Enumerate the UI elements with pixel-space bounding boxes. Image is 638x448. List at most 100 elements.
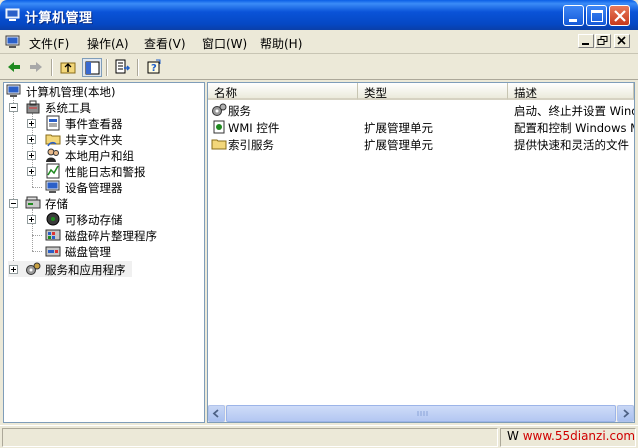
restore-icon xyxy=(597,36,608,45)
list-cell-name: 服务 xyxy=(228,104,251,118)
expand-toggle[interactable] xyxy=(27,215,36,224)
services-gear-icon xyxy=(212,103,227,116)
tree-item-disk-defragmenter[interactable]: 磁盘碎片整理程序 xyxy=(26,227,204,243)
tree-item-label: 事件查看器 xyxy=(65,117,123,131)
close-button[interactable] xyxy=(609,5,630,26)
tree-item-label: 计算机管理(本地) xyxy=(26,85,116,99)
tree-item-label: 服务和应用程序 xyxy=(45,263,126,277)
minimize-icon xyxy=(582,43,589,45)
minimize-button[interactable] xyxy=(563,5,584,26)
status-text: W xyxy=(507,429,519,443)
list-cell-description: 启动、终止并设置 Windows xyxy=(514,104,634,118)
tree-item-services-applications[interactable]: 服务和应用程序 xyxy=(8,261,132,277)
tree-item-label: 本地用户和组 xyxy=(65,149,134,163)
expand-toggle[interactable] xyxy=(9,265,18,274)
computer-management-icon xyxy=(6,84,21,97)
up-one-level-button[interactable] xyxy=(58,58,78,77)
horizontal-scrollbar[interactable] xyxy=(208,405,634,422)
wmi-icon xyxy=(213,120,225,134)
storage-icon xyxy=(25,196,41,209)
scroll-right-button[interactable] xyxy=(617,405,634,422)
collapse-toggle[interactable] xyxy=(9,103,18,112)
close-icon xyxy=(617,36,626,45)
list-item-services[interactable]: 服务 启动、终止并设置 Windows xyxy=(208,102,634,119)
chevron-left-icon xyxy=(212,409,219,418)
tree-connector xyxy=(32,187,42,188)
tree-connector xyxy=(13,97,14,269)
export-list-button[interactable] xyxy=(113,58,133,77)
tree-item-event-viewer[interactable]: 事件查看器 xyxy=(26,115,204,131)
expand-toggle[interactable] xyxy=(27,167,36,176)
tree-item-performance-logs[interactable]: 性能日志和警报 xyxy=(26,163,204,179)
details-pane[interactable]: 名称 类型 描述 服务 启动、终止并设置 Windows WMI 控件 扩展管理… xyxy=(207,82,635,423)
list-item-indexing-service[interactable]: 索引服务 扩展管理单元 提供快速和灵活的文件 xyxy=(208,136,634,153)
show-tree-icon xyxy=(85,61,100,75)
menu-bar: 文件(F) 操作(A) 查看(V) 窗口(W) 帮助(H) xyxy=(0,30,638,54)
tree-item-system-tools[interactable]: 系统工具 xyxy=(8,99,204,115)
tree-item-label: 性能日志和警报 xyxy=(65,165,146,179)
title-bar[interactable]: 计算机管理 xyxy=(0,0,638,30)
forward-button[interactable] xyxy=(26,58,46,77)
toolbar-separator xyxy=(51,59,53,76)
tree-item-device-manager[interactable]: 设备管理器 xyxy=(26,179,204,195)
menu-file[interactable]: 文件(F) xyxy=(29,35,69,52)
list-cell-description: 配置和控制 Windows Man xyxy=(514,121,634,135)
column-header-description[interactable]: 描述 xyxy=(508,83,634,100)
forward-icon xyxy=(30,62,42,72)
defrag-icon xyxy=(45,229,61,241)
tree-item-label: 可移动存储 xyxy=(65,213,123,227)
maximize-button[interactable] xyxy=(586,5,607,26)
tree-item-label: 共享文件夹 xyxy=(65,133,123,147)
toolbar: ? xyxy=(0,55,638,80)
tree-item-local-users[interactable]: 本地用户和组 xyxy=(26,147,204,163)
console-tree[interactable]: 计算机管理(本地) 系统工具 事件查看器 共享文件夹 本地用户和组 性能日志和警… xyxy=(3,82,205,423)
mdi-close-button[interactable] xyxy=(614,34,630,48)
tree-item-disk-management[interactable]: 磁盘管理 xyxy=(26,243,204,259)
event-viewer-icon xyxy=(46,115,60,131)
column-header-type[interactable]: 类型 xyxy=(358,83,508,100)
tree-item-label: 磁盘管理 xyxy=(65,245,111,259)
help-icon: ? xyxy=(147,59,161,74)
toolbar-separator xyxy=(137,59,139,76)
mdi-restore-button[interactable] xyxy=(595,34,611,48)
menu-view[interactable]: 查看(V) xyxy=(144,35,186,52)
expand-toggle[interactable] xyxy=(27,135,36,144)
tree-item-root[interactable]: 计算机管理(本地) xyxy=(6,83,204,99)
window-title: 计算机管理 xyxy=(25,11,93,26)
list-cell-name: WMI 控件 xyxy=(228,121,280,135)
help-button[interactable]: ? xyxy=(144,58,164,77)
toolbox-icon xyxy=(26,100,40,114)
expand-toggle[interactable] xyxy=(27,151,36,160)
close-icon xyxy=(614,10,626,22)
menu-action[interactable]: 操作(A) xyxy=(87,35,129,52)
users-icon xyxy=(46,148,59,162)
back-button[interactable] xyxy=(4,58,24,77)
column-header-name[interactable]: 名称 xyxy=(208,83,358,100)
removable-storage-icon xyxy=(46,212,60,226)
tree-connector xyxy=(32,251,42,252)
menu-help[interactable]: 帮助(H) xyxy=(260,35,302,52)
mdi-minimize-button[interactable] xyxy=(578,34,594,48)
scroll-left-button[interactable] xyxy=(208,405,225,422)
expand-toggle[interactable] xyxy=(27,119,36,128)
tree-item-shared-folders[interactable]: 共享文件夹 xyxy=(26,131,204,147)
tree-item-removable-storage[interactable]: 可移动存储 xyxy=(26,211,204,227)
show-hide-tree-button[interactable] xyxy=(82,58,102,77)
list-item-wmi-control[interactable]: WMI 控件 扩展管理单元 配置和控制 Windows Man xyxy=(208,119,634,136)
tree-item-storage[interactable]: 存储 xyxy=(8,195,204,211)
menu-window[interactable]: 窗口(W) xyxy=(202,35,247,52)
mmc-document-icon[interactable] xyxy=(5,34,21,50)
services-apps-icon xyxy=(26,262,41,275)
maximize-icon xyxy=(591,10,603,22)
tree-connector xyxy=(32,235,42,236)
minimize-icon xyxy=(569,19,577,22)
disk-management-icon xyxy=(45,246,61,257)
up-folder-icon xyxy=(60,62,76,74)
watermark-site: www.55dianzi.com xyxy=(522,429,636,443)
tree-item-label: 存储 xyxy=(45,197,68,211)
collapse-toggle[interactable] xyxy=(9,199,18,208)
list-cell-type: 扩展管理单元 xyxy=(364,121,433,135)
toolbar-separator xyxy=(106,59,108,76)
status-pane xyxy=(2,428,498,447)
scroll-thumb[interactable] xyxy=(226,405,616,422)
